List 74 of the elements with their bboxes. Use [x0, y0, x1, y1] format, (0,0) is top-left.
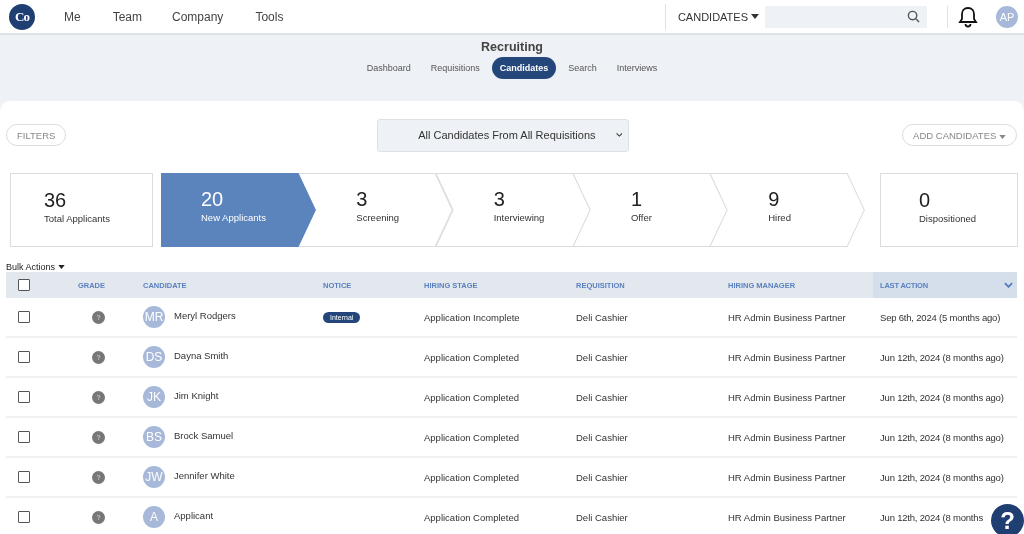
caret-icon — [58, 265, 66, 269]
candidate-name[interactable]: Applicant — [174, 510, 214, 521]
candidate-name[interactable]: Dayna Smith — [174, 350, 229, 361]
count: 36 — [44, 189, 68, 211]
table-cell: HR Admin Business Partner — [728, 391, 846, 403]
candidate-avatar: A — [143, 506, 165, 528]
table-cell: Deli Cashier — [576, 471, 628, 483]
search-icon — [907, 10, 920, 23]
tab[interactable]: Interviews — [608, 57, 666, 79]
count-label: Total Applicants — [44, 213, 111, 224]
candidate-avatar: MR — [143, 306, 165, 328]
bell-icon[interactable] — [947, 5, 978, 28]
table-cell: Application Completed — [424, 471, 520, 483]
candidate-name[interactable]: Brock Samuel — [174, 430, 234, 441]
table-cell: Application Completed — [424, 391, 520, 403]
count: 0 — [919, 189, 932, 211]
search-field[interactable] — [765, 5, 927, 28]
sort-chevron-icon — [1004, 282, 1013, 288]
table-cell: HR Admin Business Partner — [728, 351, 846, 363]
total-card[interactable]: 36 Total Applicants — [10, 173, 153, 247]
table-cell: Jun 12th, 2024 (8 months ago) — [880, 471, 1004, 483]
bulk-actions-dropdown[interactable]: Bulk Actions — [6, 262, 66, 272]
select-all-checkbox[interactable] — [18, 279, 30, 291]
caret-icon — [999, 134, 1006, 139]
stage-tab[interactable]: 9 Hired — [710, 173, 866, 247]
candidate-name[interactable]: Jim Knight — [174, 390, 219, 401]
table-cell: HR Admin Business Partner — [728, 511, 846, 523]
table-cell: Deli Cashier — [576, 391, 628, 403]
logo[interactable]: Co — [9, 3, 35, 30]
row-checkbox[interactable] — [18, 511, 30, 523]
row-checkbox[interactable] — [18, 471, 30, 483]
table-cell: Deli Cashier — [576, 431, 628, 443]
table-cell: Application Completed — [424, 511, 520, 523]
row-checkbox[interactable] — [18, 431, 30, 443]
table-cell: Application Incomplete — [424, 311, 520, 323]
table-cell: HR Admin Business Partner — [728, 311, 846, 323]
table-cell: Deli Cashier — [576, 311, 628, 323]
table-cell: HR Admin Business Partner — [728, 431, 846, 443]
nav-link[interactable]: Me — [64, 9, 81, 24]
dispositioned-card[interactable]: 0 Dispositioned — [880, 173, 1018, 247]
requisition-select[interactable]: All Candidates From All Requisitions — [377, 118, 630, 152]
table-cell: HR Admin Business Partner — [728, 471, 846, 483]
candidate-name[interactable]: Meryl Rodgers — [174, 310, 236, 321]
tab[interactable]: Dashboard — [358, 57, 419, 79]
table-cell: Jun 12th, 2024 (8 months ago) — [880, 351, 1004, 363]
table-cell: Deli Cashier — [576, 351, 628, 363]
table-cell: Jun 12th, 2024 (8 months ago) — [880, 391, 1004, 403]
tab[interactable]: Candidates — [491, 57, 557, 79]
tab[interactable]: Search — [560, 57, 605, 79]
row-checkbox[interactable] — [18, 351, 30, 363]
table-cell: Application Completed — [424, 431, 520, 443]
row-checkbox[interactable] — [18, 391, 30, 403]
candidate-name[interactable]: Jennifer White — [174, 470, 235, 481]
candidate-avatar: JW — [143, 466, 165, 488]
tab[interactable]: Requisitions — [422, 57, 488, 79]
candidate-avatar: DS — [143, 346, 165, 368]
caret-icon — [751, 14, 759, 19]
table-cell: Application Completed — [424, 351, 520, 363]
add-candidates-button[interactable]: ADD CANDIDATES — [902, 124, 1017, 146]
nav-link[interactable]: Tools — [255, 9, 284, 24]
candidate-avatar: BS — [143, 426, 165, 448]
row-checkbox[interactable] — [18, 311, 30, 323]
filters-button[interactable]: FILTERS — [6, 124, 67, 146]
nav-link[interactable]: Team — [112, 9, 142, 24]
candidate-avatar: JK — [143, 386, 165, 408]
stage-tab[interactable]: 20 New Applicants — [161, 173, 316, 247]
table-cell: Deli Cashier — [576, 511, 628, 523]
chevron-down-icon — [615, 131, 623, 139]
section-title: Recruiting — [481, 40, 543, 54]
count-label: Dispositioned — [919, 213, 978, 224]
nav-link[interactable]: Company — [172, 9, 224, 24]
table-cell: Jun 12th, 2024 (8 months ago) — [880, 431, 1004, 443]
table-cell: Jun 12th, 2024 (8 months — [880, 511, 983, 523]
table-cell: Sep 6th, 2024 (5 months ago) — [880, 311, 1001, 323]
